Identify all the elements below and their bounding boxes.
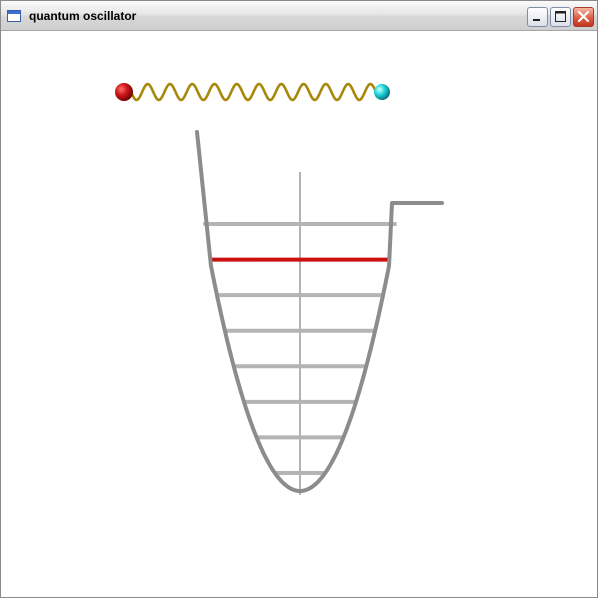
- title-bar[interactable]: quantum oscillator: [1, 1, 597, 31]
- close-icon: [577, 10, 590, 23]
- app-window: quantum oscillator: [0, 0, 598, 598]
- close-button[interactable]: [573, 7, 594, 27]
- window-app-icon[interactable]: [7, 10, 21, 22]
- window-title: quantum oscillator: [29, 9, 137, 23]
- oscillator-scene: [115, 82, 444, 495]
- spring-coil: [129, 82, 378, 102]
- right-mass-ball[interactable]: [374, 84, 390, 100]
- oscillator-canvas[interactable]: [1, 31, 597, 597]
- minimize-icon: [533, 19, 540, 21]
- maximize-button[interactable]: [550, 7, 571, 27]
- minimize-button[interactable]: [527, 7, 548, 27]
- maximize-icon: [555, 11, 566, 22]
- left-mass-ball[interactable]: [115, 83, 133, 101]
